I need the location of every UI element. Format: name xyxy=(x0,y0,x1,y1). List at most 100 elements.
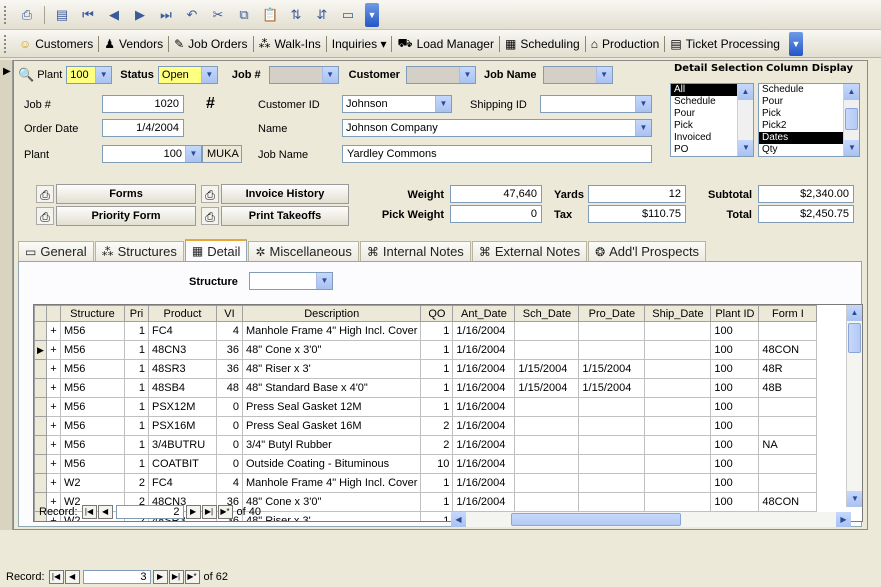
report-icon[interactable]: ▤ xyxy=(54,7,70,23)
nav-inquiries[interactable]: Inquiries ▾ xyxy=(327,33,392,55)
table-cell[interactable] xyxy=(758,416,818,436)
priority-form-print-icon[interactable]: ⎙ xyxy=(36,207,54,225)
column-display-scrollbar[interactable]: ▲ ▼ xyxy=(843,84,859,156)
table-cell[interactable] xyxy=(644,435,712,455)
chevron-down-icon[interactable]: ▼ xyxy=(435,96,451,112)
table-cell[interactable]: 100 xyxy=(710,473,760,493)
scroll-down-icon[interactable]: ▼ xyxy=(738,140,753,156)
tab-addl-prospects[interactable]: ❂ Add'l Prospects xyxy=(588,241,707,261)
expand-icon[interactable]: + xyxy=(46,473,61,493)
table-cell[interactable]: 1 xyxy=(124,454,149,474)
last-record-button[interactable]: ▶| xyxy=(168,570,184,584)
table-cell[interactable]: 100 xyxy=(710,492,760,512)
table-cell[interactable] xyxy=(644,492,712,512)
table-cell[interactable]: 1/16/2004 xyxy=(452,454,516,474)
column-display-option[interactable]: Pour xyxy=(759,96,843,108)
table-cell[interactable]: 2 xyxy=(420,435,454,455)
previous-record-button[interactable]: ◀ xyxy=(64,570,80,584)
row-selector[interactable] xyxy=(34,359,47,379)
table-cell[interactable]: 48" Cone x 3'0" xyxy=(241,492,422,512)
table-cell[interactable]: 100 xyxy=(710,340,760,360)
table-cell[interactable]: 1/16/2004 xyxy=(452,435,516,455)
table-cell[interactable]: Press Seal Gasket 12M xyxy=(241,397,422,417)
table-cell[interactable]: 100 xyxy=(710,378,760,398)
row-selector[interactable] xyxy=(34,416,47,436)
jobname-filter-select[interactable]: ▼ xyxy=(542,66,613,84)
detail-selection-list[interactable]: All Schedule Pour Pick Invoiced PO ▲ ▼ xyxy=(670,83,754,157)
row-selector[interactable] xyxy=(34,397,47,417)
table-cell[interactable] xyxy=(758,397,818,417)
table-cell[interactable] xyxy=(578,473,646,493)
table-cell[interactable]: 1 xyxy=(124,397,149,417)
table-cell[interactable]: 3/4" Butyl Rubber xyxy=(241,435,422,455)
table-cell[interactable]: 1/15/2004 xyxy=(514,378,580,398)
table-cell[interactable]: Manhole Frame 4" High Incl. Cover xyxy=(241,321,422,341)
table-cell[interactable]: M56 xyxy=(60,359,125,379)
scroll-thumb[interactable] xyxy=(845,108,858,130)
invoice-history-button[interactable]: Invoice History xyxy=(221,184,349,204)
scroll-up-icon[interactable]: ▲ xyxy=(738,84,753,100)
last-record-icon[interactable]: ⏭ xyxy=(158,7,174,23)
table-cell[interactable]: 0 xyxy=(216,416,243,436)
tab-general[interactable]: ▭ General xyxy=(18,241,94,261)
detail-selection-option[interactable]: Pour xyxy=(671,108,737,120)
grid-vertical-scrollbar[interactable]: ▲ ▼ xyxy=(846,305,862,507)
table-cell[interactable]: 1 xyxy=(124,435,149,455)
table-cell[interactable]: 48" Cone x 3'0" xyxy=(241,340,422,360)
next-record-button[interactable]: ▶ xyxy=(152,570,168,584)
column-header[interactable]: Structure xyxy=(60,305,125,322)
table-cell[interactable] xyxy=(578,321,646,341)
column-header[interactable]: Sch_Date xyxy=(514,305,580,322)
table-cell[interactable]: 100 xyxy=(710,416,760,436)
expand-icon[interactable]: + xyxy=(46,378,61,398)
table-cell[interactable]: PSX12M xyxy=(148,397,217,417)
table-cell[interactable]: 48CON xyxy=(758,492,818,512)
chevron-down-icon[interactable]: ▼ xyxy=(635,96,651,112)
table-cell[interactable]: M56 xyxy=(60,454,125,474)
table-cell[interactable]: 1 xyxy=(420,359,454,379)
column-header[interactable]: VI xyxy=(216,305,243,322)
table-cell[interactable]: 1/15/2004 xyxy=(578,378,646,398)
tab-miscellaneous[interactable]: ✲ Miscellaneous xyxy=(248,241,359,261)
jobnum-field[interactable]: 1020 xyxy=(102,95,184,113)
print-icon[interactable]: ⎙ xyxy=(19,7,35,23)
scroll-down-icon[interactable]: ▼ xyxy=(844,140,859,156)
row-selector[interactable] xyxy=(34,473,47,493)
column-header[interactable]: Pro_Date xyxy=(578,305,646,322)
chevron-down-icon[interactable]: ▼ xyxy=(595,67,612,83)
column-display-option[interactable]: Schedule xyxy=(759,84,843,96)
table-cell[interactable]: 1/15/2004 xyxy=(514,359,580,379)
table-cell[interactable]: 2 xyxy=(124,473,149,493)
column-header[interactable]: Product xyxy=(148,305,217,322)
table-cell[interactable]: 48" Standard Base x 4'0" xyxy=(241,378,422,398)
tab-detail[interactable]: ▦ Detail xyxy=(184,239,248,261)
table-cell[interactable]: 4 xyxy=(216,321,243,341)
chevron-down-icon[interactable]: ▼ xyxy=(321,67,338,83)
row-selector[interactable] xyxy=(34,454,47,474)
job-name-field[interactable]: Yardley Commons xyxy=(342,145,652,163)
table-row[interactable]: ▶ + M56 1 48CN3 36 48" Cone x 3'0" 1 1/16/2004 10… xyxy=(34,340,818,360)
expand-icon[interactable]: + xyxy=(46,397,61,417)
column-header[interactable]: Ant_Date xyxy=(452,305,516,322)
name-select[interactable]: Johnson Company ▼ xyxy=(342,119,652,137)
column-display-option[interactable]: Dates xyxy=(759,132,843,144)
row-selector[interactable] xyxy=(34,435,47,455)
cut-icon[interactable]: ✂ xyxy=(210,7,226,23)
table-cell[interactable]: 1 xyxy=(420,473,454,493)
table-cell[interactable]: 100 xyxy=(710,435,760,455)
detail-selection-option[interactable]: Pick xyxy=(671,120,737,132)
table-cell[interactable]: COATBIT xyxy=(148,454,217,474)
table-cell[interactable]: M56 xyxy=(60,340,125,360)
table-cell[interactable]: 0 xyxy=(216,397,243,417)
nav-load-manager[interactable]: ⛟ Load Manager xyxy=(392,33,499,55)
copy-icon[interactable]: ⧉ xyxy=(236,7,252,23)
table-cell[interactable]: 1 xyxy=(420,492,454,512)
table-cell[interactable]: M56 xyxy=(60,435,125,455)
column-display-option[interactable]: Qty xyxy=(759,144,843,156)
table-row[interactable]: + M56 1 COATBIT 0 Outside Coating - Bituminou… xyxy=(34,454,818,474)
expand-icon[interactable]: + xyxy=(46,435,61,455)
table-cell[interactable]: Outside Coating - Bituminous xyxy=(241,454,422,474)
chevron-down-icon[interactable]: ▼ xyxy=(316,273,332,289)
current-record-field[interactable]: 3 xyxy=(82,570,151,584)
table-cell[interactable]: Press Seal Gasket 16M xyxy=(241,416,422,436)
